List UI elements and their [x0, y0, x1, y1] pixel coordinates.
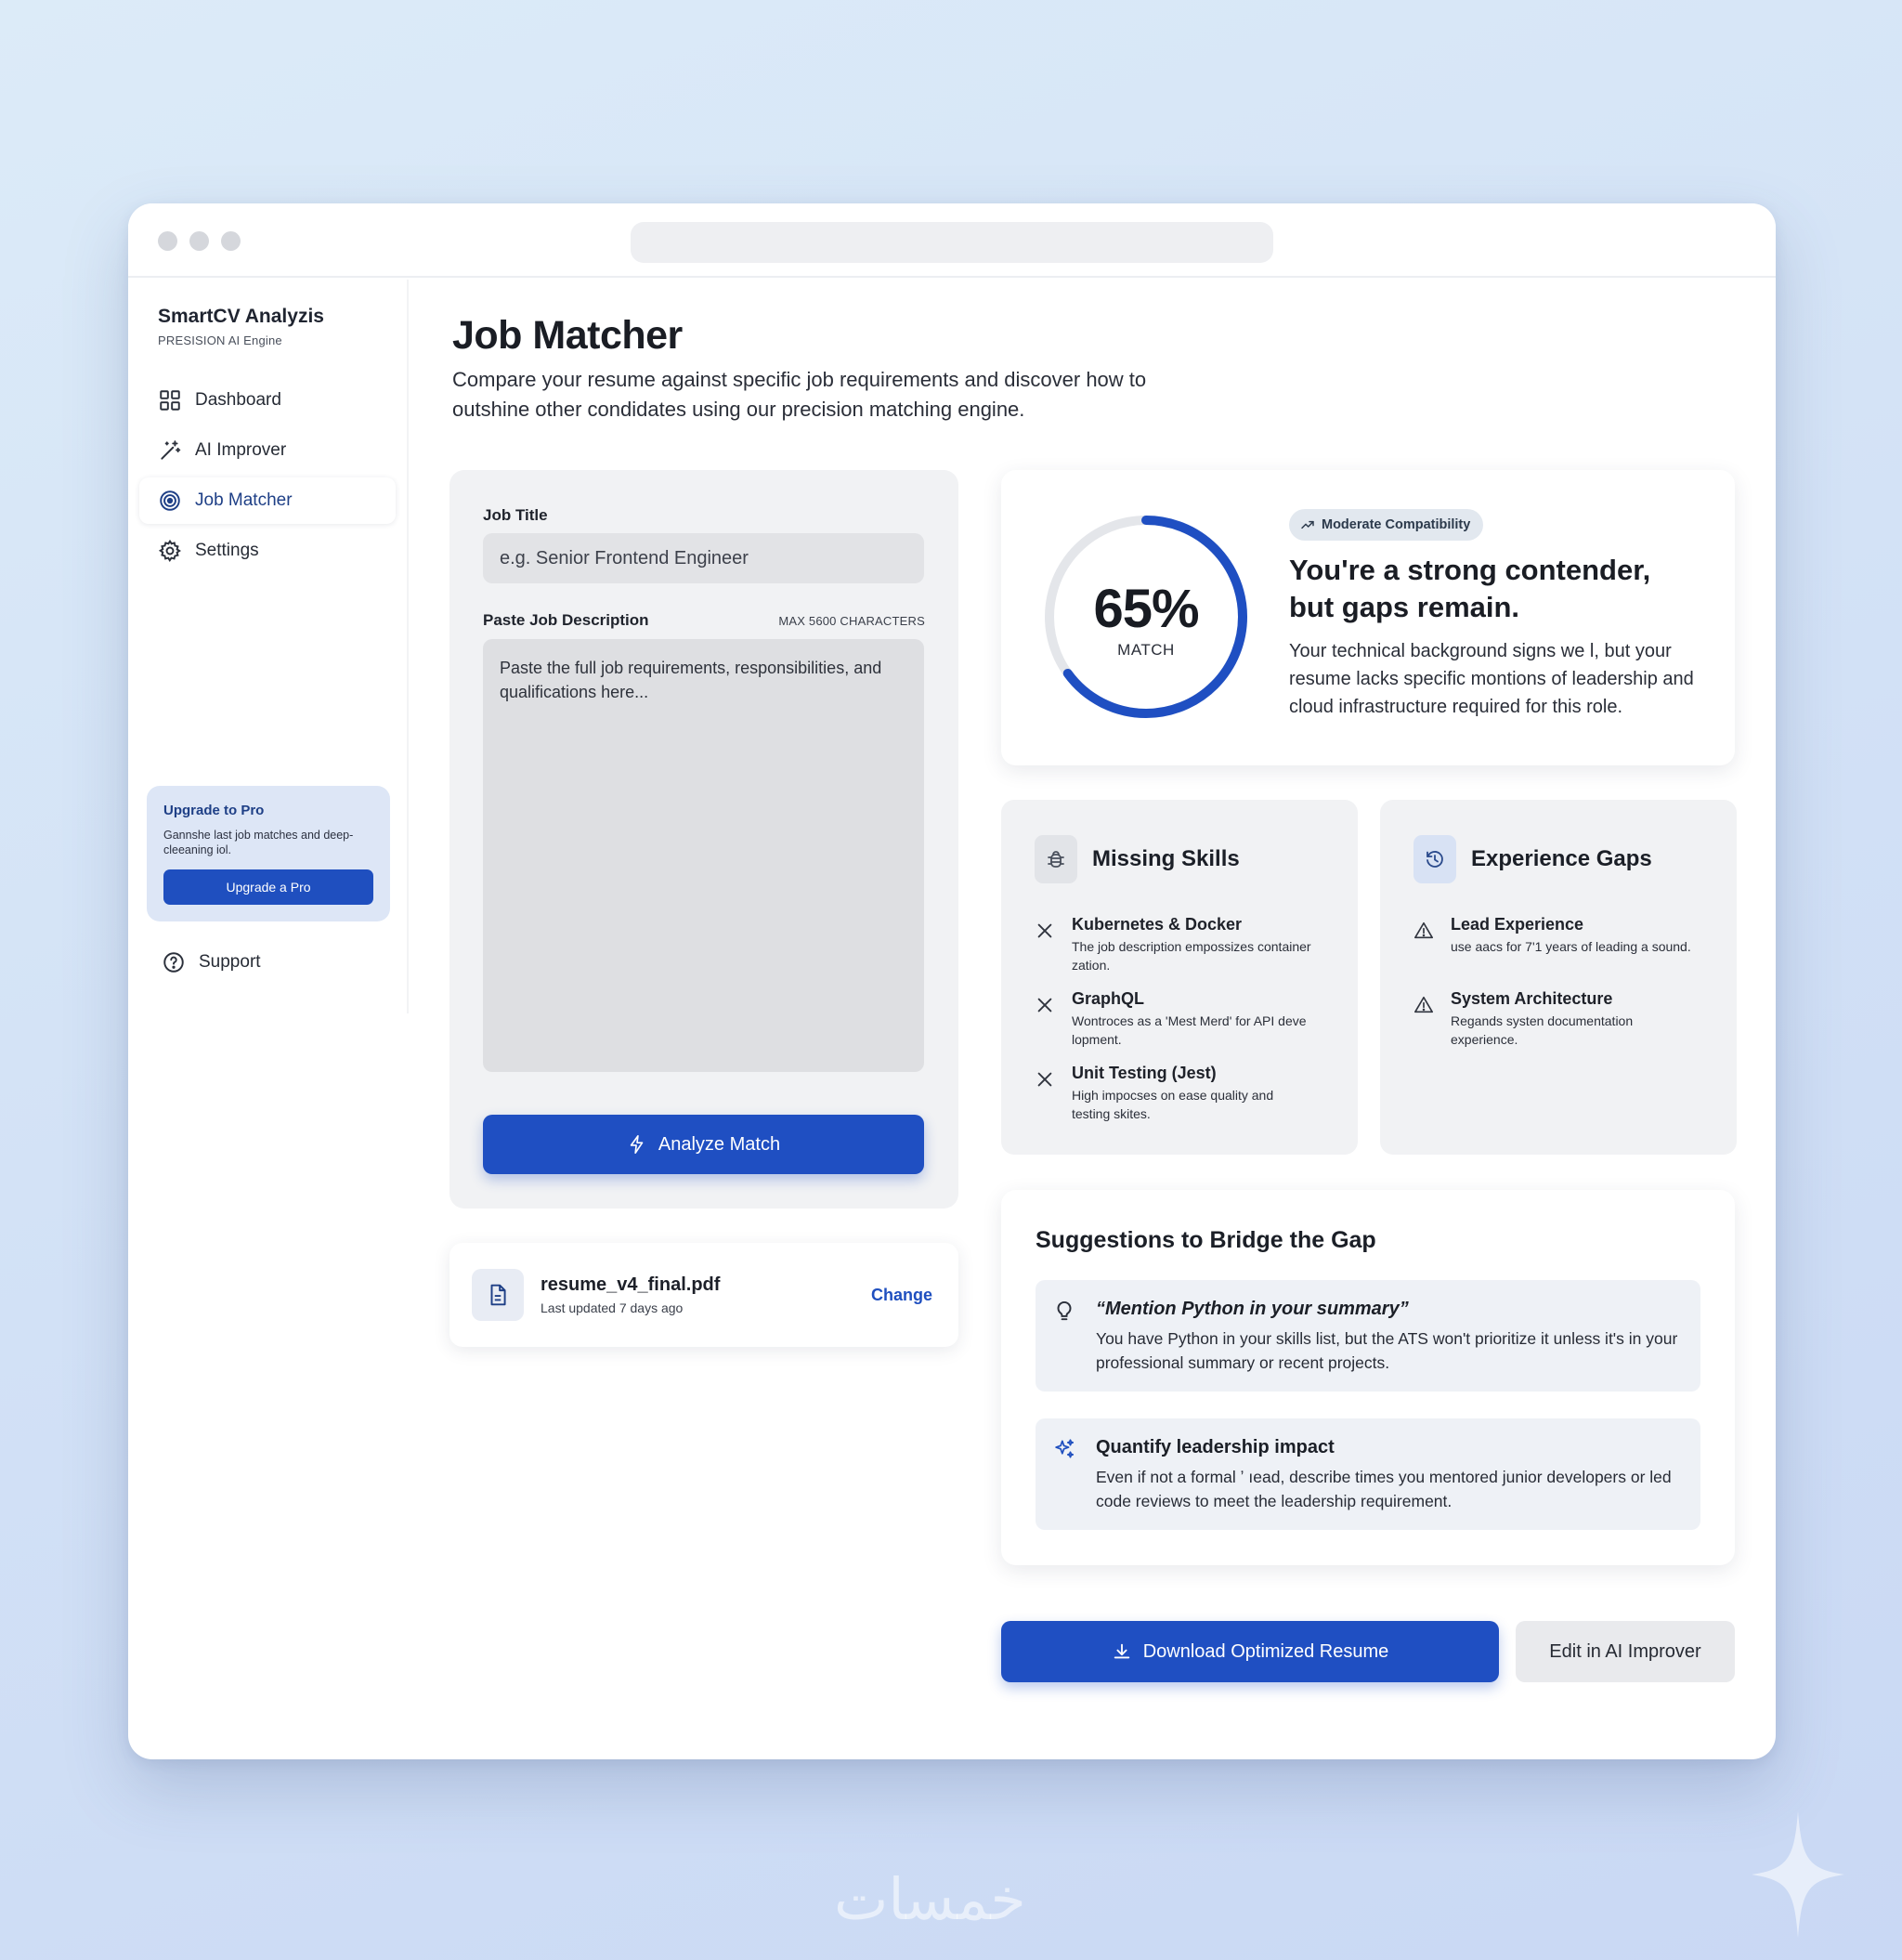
download-optimized-resume-button[interactable]: Download Optimized Resume [1001, 1621, 1499, 1682]
resume-file-card: resume_v4_final.pdf Last updated 7 days … [449, 1243, 958, 1347]
experience-gaps-card: Experience Gaps Lead Experience use aacs… [1380, 800, 1737, 1155]
gear-icon [158, 539, 181, 562]
score-headline: You're a strong contender, but gaps rema… [1289, 554, 1651, 623]
address-bar[interactable] [631, 222, 1273, 263]
missing-skill-title: Kubernetes & Docker [1072, 915, 1243, 934]
suggestion-body: Even if not a formal ʼ ıead, describe ti… [1096, 1468, 1672, 1510]
window-maximize-dot[interactable] [221, 231, 241, 251]
warning-icon [1414, 921, 1433, 939]
sidebar-item-dashboard[interactable]: Dashboard [139, 377, 396, 424]
match-percentage: 65% [1093, 579, 1199, 639]
support-link[interactable]: Support [162, 950, 261, 974]
grid-icon [160, 390, 180, 411]
upgrade-button[interactable]: Upgrade a Pro [163, 869, 373, 905]
x-icon [1037, 923, 1052, 938]
download-label: Download Optimized Resume [1142, 1640, 1389, 1662]
sidebar-item-label: AI Improver [195, 440, 287, 460]
max-characters-hint: MAX 5600 CHARACTERS [778, 614, 925, 628]
compatibility-label: Moderate Compatibility [1322, 517, 1471, 532]
sidebar-item-settings[interactable]: Settings [139, 528, 396, 574]
bug-icon [1048, 851, 1064, 868]
app-window: SmartCV Analyzis PRESISION AI Engine Das… [128, 203, 1776, 1759]
change-resume-link[interactable]: Change [871, 1286, 932, 1305]
x-icon [1037, 998, 1052, 1013]
warning-icon [1414, 996, 1433, 1013]
sidebar-item-label: Settings [195, 541, 259, 560]
experience-gap-desc: Regands systen documentation experience. [1451, 1013, 1634, 1047]
job-description-input[interactable] [483, 639, 924, 1072]
suggestion-item: “Mention Python in your summary” You hav… [1036, 1280, 1700, 1392]
window-minimize-dot[interactable] [189, 231, 209, 251]
sidebar-item-label: Dashboard [195, 390, 281, 410]
brand-subtitle: PRESISION AI Engine [158, 333, 282, 347]
analyze-match-label: Analyze Match [658, 1133, 781, 1155]
match-label: MATCH [1117, 641, 1175, 659]
missing-skill-desc: High impocses on ease quality and testin… [1072, 1088, 1274, 1121]
edit-in-ai-improver-button[interactable]: Edit in AI Improver [1516, 1621, 1735, 1682]
upgrade-text: Gannshe last job matches and deep-cleean… [163, 829, 354, 856]
trending-up-icon [1301, 520, 1314, 529]
sparkle-decoration-icon [1752, 1811, 1844, 1938]
missing-skill-desc: Wontroces as a 'Mest Merd' for API deve … [1072, 1013, 1307, 1047]
x-icon [1037, 1072, 1052, 1087]
upgrade-title: Upgrade to Pro [163, 803, 265, 818]
experience-gap-title: System Architecture [1451, 989, 1613, 1008]
match-score-card: 65% MATCH Moderate Compatibility You're … [1001, 470, 1735, 765]
resume-file-name: resume_v4_final.pdf [541, 1274, 721, 1295]
history-icon [1426, 851, 1443, 868]
experience-gap-desc: use aacs for 7'1 years of leading a soun… [1451, 939, 1691, 954]
score-summary: Your technical background signs we l, bu… [1289, 641, 1694, 717]
brand-title: SmartCV Analyzis [158, 306, 324, 327]
suggestion-item: Quantify leadership impact Even if not a… [1036, 1418, 1700, 1530]
experience-gaps-icon-box [1413, 835, 1456, 883]
page-description: Compare your resume against specific job… [452, 368, 1147, 421]
suggestions-title: Suggestions to Bridge the Gap [1036, 1227, 1376, 1253]
support-label: Support [199, 952, 261, 972]
window-titlebar [128, 203, 1776, 278]
suggestion-title: Quantify leadership impact [1096, 1437, 1335, 1457]
missing-skills-card: Missing Skills Kubernetes & Docker The j… [1001, 800, 1358, 1155]
suggestions-card: Suggestions to Bridge the Gap “Mention P… [1001, 1190, 1735, 1565]
target-icon [160, 490, 180, 511]
page-title: Job Matcher [452, 313, 683, 358]
job-input-card: Job Title Paste Job Description MAX 5600… [449, 470, 958, 1209]
sidebar-item-label: Job Matcher [195, 490, 293, 510]
resume-last-updated: Last updated 7 days ago [541, 1300, 684, 1315]
missing-skills-title: Missing Skills [1092, 846, 1240, 871]
help-circle-icon [163, 952, 184, 973]
suggestion-body: You have Python in your skills list, but… [1096, 1329, 1678, 1372]
job-title-input[interactable] [483, 533, 924, 583]
compatibility-badge: Moderate Compatibility [1289, 509, 1484, 541]
job-description-label: Paste Job Description [483, 611, 649, 629]
suggestion-title: “Mention Python in your summary” [1096, 1299, 1409, 1319]
upgrade-card: Upgrade to Pro Gannshe last job matches … [147, 786, 390, 921]
lightbulb-icon [1057, 1300, 1072, 1321]
download-icon [1114, 1643, 1129, 1659]
missing-skill-title: Unit Testing (Jest) [1072, 1064, 1217, 1082]
window-close-dot[interactable] [158, 231, 177, 251]
lightning-icon [630, 1135, 644, 1154]
analyze-match-button[interactable]: Analyze Match [483, 1115, 924, 1174]
sidebar-item-job-matcher[interactable]: Job Matcher [139, 477, 396, 524]
watermark-logo: خمسات [834, 1865, 1026, 1933]
sparkles-icon [1055, 1439, 1075, 1458]
experience-gaps-title: Experience Gaps [1471, 846, 1652, 871]
magic-wand-icon [161, 440, 181, 460]
missing-skill-title: GraphQL [1072, 989, 1145, 1008]
job-title-label: Job Title [483, 506, 548, 524]
sidebar-item-ai-improver[interactable]: AI Improver [139, 427, 396, 474]
missing-skills-icon-box [1035, 835, 1077, 883]
experience-gap-title: Lead Experience [1451, 915, 1584, 934]
missing-skill-desc: The job description empossizes container… [1072, 939, 1311, 973]
sidebar: SmartCV Analyzis PRESISION AI Engine Das… [128, 280, 409, 1013]
document-icon [472, 1269, 524, 1321]
